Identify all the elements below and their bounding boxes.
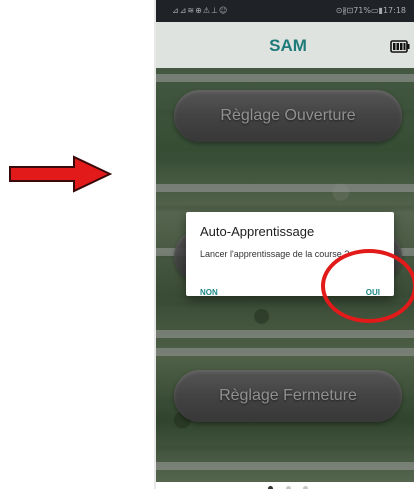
non-button[interactable]: NON xyxy=(200,288,218,297)
phone-screen: ⊿⊿≋⊕⚠⊥☺ ⊙∦⊡71%▭▮17:18 SAM Règlage Ouvert… xyxy=(154,0,414,489)
dialog-message: Lancer l'apprentissage de la course ? xyxy=(200,249,350,259)
app-title: SAM xyxy=(269,36,307,55)
app-bar: SAM xyxy=(156,22,414,68)
page-indicator xyxy=(156,478,414,489)
annotation-arrow xyxy=(9,155,112,193)
status-bar: ⊿⊿≋⊕⚠⊥☺ ⊙∦⊡71%▭▮17:18 xyxy=(156,0,414,22)
battery-icon[interactable] xyxy=(390,40,410,53)
annotation-circle xyxy=(321,249,414,323)
dialog-title: Auto-Apprentissage xyxy=(200,224,315,239)
status-dim xyxy=(156,0,414,22)
